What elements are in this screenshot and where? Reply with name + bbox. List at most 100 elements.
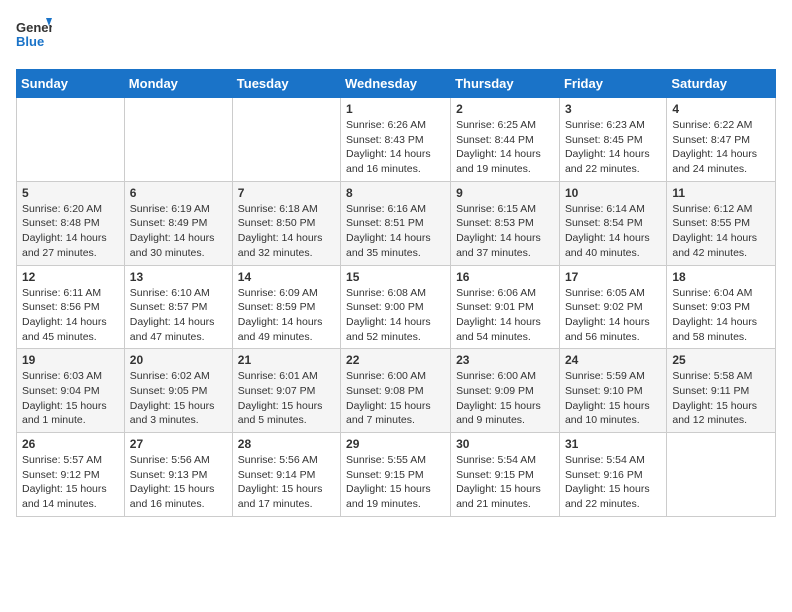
day-number: 19	[22, 353, 119, 367]
day-number: 4	[672, 102, 770, 116]
calendar-cell: 22 Sunrise: 6:00 AM Sunset: 9:08 PM Dayli…	[341, 349, 451, 433]
calendar-cell: 30 Sunrise: 5:54 AM Sunset: 9:15 PM Dayli…	[451, 433, 560, 517]
calendar-week-row: 26 Sunrise: 5:57 AM Sunset: 9:12 PM Dayli…	[17, 433, 776, 517]
day-number: 21	[238, 353, 335, 367]
day-info: Sunrise: 6:22 AM Sunset: 8:47 PM Dayligh…	[672, 118, 770, 177]
logo-graphic: General Blue	[16, 16, 52, 57]
calendar-cell: 2 Sunrise: 6:25 AM Sunset: 8:44 PM Daylig…	[451, 98, 560, 182]
day-info: Sunrise: 5:56 AM Sunset: 9:14 PM Dayligh…	[238, 453, 335, 512]
calendar-cell: 15Sunrise: 6:08 AM Sunset: 9:00 PM Dayli…	[341, 265, 451, 349]
day-number: 8	[346, 186, 445, 200]
day-info: Sunrise: 6:16 AM Sunset: 8:51 PM Dayligh…	[346, 202, 445, 261]
day-info: Sunrise: 6:00 AM Sunset: 9:08 PM Dayligh…	[346, 369, 445, 428]
day-number: 23	[456, 353, 554, 367]
day-info: Sunrise: 6:12 AM Sunset: 8:55 PM Dayligh…	[672, 202, 770, 261]
calendar-cell: 23 Sunrise: 6:00 AM Sunset: 9:09 PM Dayli…	[451, 349, 560, 433]
calendar-cell: 20Sunrise: 6:02 AM Sunset: 9:05 PM Dayli…	[124, 349, 232, 433]
logo: General Blue	[16, 16, 56, 57]
weekday-header: Thursday	[451, 70, 560, 98]
day-info: Sunrise: 6:02 AM Sunset: 9:05 PM Dayligh…	[130, 369, 227, 428]
day-number: 29	[346, 437, 445, 451]
day-number: 18	[672, 270, 770, 284]
day-number: 16	[456, 270, 554, 284]
day-info: Sunrise: 5:54 AM Sunset: 9:15 PM Dayligh…	[456, 453, 554, 512]
day-number: 11	[672, 186, 770, 200]
day-number: 27	[130, 437, 227, 451]
calendar-cell: 29 Sunrise: 5:55 AM Sunset: 9:15 PM Dayli…	[341, 433, 451, 517]
day-info: Sunrise: 6:14 AM Sunset: 8:54 PM Dayligh…	[565, 202, 661, 261]
calendar-table: SundayMondayTuesdayWednesdayThursdayFrid…	[16, 69, 776, 517]
calendar-cell: 14 Sunrise: 6:09 AM Sunset: 8:59 PM Dayli…	[232, 265, 340, 349]
day-number: 26	[22, 437, 119, 451]
day-number: 30	[456, 437, 554, 451]
weekday-header: Monday	[124, 70, 232, 98]
day-info: Sunrise: 6:04 AM Sunset: 9:03 PM Dayligh…	[672, 286, 770, 345]
day-number: 9	[456, 186, 554, 200]
day-number: 10	[565, 186, 661, 200]
calendar-cell: 31Sunrise: 5:54 AM Sunset: 9:16 PM Dayli…	[559, 433, 666, 517]
calendar-cell: 11 Sunrise: 6:12 AM Sunset: 8:55 PM Dayli…	[667, 181, 776, 265]
calendar-week-row: 12Sunrise: 6:11 AM Sunset: 8:56 PM Dayli…	[17, 265, 776, 349]
calendar-cell	[17, 98, 125, 182]
calendar-cell: 6 Sunrise: 6:19 AM Sunset: 8:49 PM Daylig…	[124, 181, 232, 265]
day-info: Sunrise: 6:01 AM Sunset: 9:07 PM Dayligh…	[238, 369, 335, 428]
day-info: Sunrise: 6:08 AM Sunset: 9:00 PM Dayligh…	[346, 286, 445, 345]
calendar-cell: 25Sunrise: 5:58 AM Sunset: 9:11 PM Dayli…	[667, 349, 776, 433]
calendar-week-row: 19 Sunrise: 6:03 AM Sunset: 9:04 PM Dayli…	[17, 349, 776, 433]
day-info: Sunrise: 6:26 AM Sunset: 8:43 PM Dayligh…	[346, 118, 445, 177]
day-number: 5	[22, 186, 119, 200]
day-number: 7	[238, 186, 335, 200]
weekday-header: Saturday	[667, 70, 776, 98]
calendar-cell: 18 Sunrise: 6:04 AM Sunset: 9:03 PM Dayli…	[667, 265, 776, 349]
day-info: Sunrise: 5:55 AM Sunset: 9:15 PM Dayligh…	[346, 453, 445, 512]
day-info: Sunrise: 6:00 AM Sunset: 9:09 PM Dayligh…	[456, 369, 554, 428]
day-number: 6	[130, 186, 227, 200]
day-info: Sunrise: 6:06 AM Sunset: 9:01 PM Dayligh…	[456, 286, 554, 345]
svg-text:General: General	[16, 20, 52, 35]
calendar-cell: 9Sunrise: 6:15 AM Sunset: 8:53 PM Daylig…	[451, 181, 560, 265]
svg-text:Blue: Blue	[16, 34, 44, 49]
day-info: Sunrise: 6:10 AM Sunset: 8:57 PM Dayligh…	[130, 286, 227, 345]
day-info: Sunrise: 6:09 AM Sunset: 8:59 PM Dayligh…	[238, 286, 335, 345]
day-number: 3	[565, 102, 661, 116]
calendar-cell	[667, 433, 776, 517]
calendar-cell: 16 Sunrise: 6:06 AM Sunset: 9:01 PM Dayli…	[451, 265, 560, 349]
calendar-cell: 24Sunrise: 5:59 AM Sunset: 9:10 PM Dayli…	[559, 349, 666, 433]
day-info: Sunrise: 5:58 AM Sunset: 9:11 PM Dayligh…	[672, 369, 770, 428]
day-info: Sunrise: 5:57 AM Sunset: 9:12 PM Dayligh…	[22, 453, 119, 512]
day-info: Sunrise: 6:25 AM Sunset: 8:44 PM Dayligh…	[456, 118, 554, 177]
day-info: Sunrise: 6:20 AM Sunset: 8:48 PM Dayligh…	[22, 202, 119, 261]
day-info: Sunrise: 6:19 AM Sunset: 8:49 PM Dayligh…	[130, 202, 227, 261]
day-number: 12	[22, 270, 119, 284]
calendar-cell	[124, 98, 232, 182]
calendar-cell: 26 Sunrise: 5:57 AM Sunset: 9:12 PM Dayli…	[17, 433, 125, 517]
calendar-cell: 17Sunrise: 6:05 AM Sunset: 9:02 PM Dayli…	[559, 265, 666, 349]
calendar-cell	[232, 98, 340, 182]
day-number: 2	[456, 102, 554, 116]
day-number: 22	[346, 353, 445, 367]
logo-container: General Blue	[16, 16, 56, 57]
calendar-cell: 21 Sunrise: 6:01 AM Sunset: 9:07 PM Dayli…	[232, 349, 340, 433]
calendar-cell: 7 Sunrise: 6:18 AM Sunset: 8:50 PM Daylig…	[232, 181, 340, 265]
page-header: General Blue	[16, 16, 776, 57]
weekday-header: Tuesday	[232, 70, 340, 98]
calendar-cell: 1Sunrise: 6:26 AM Sunset: 8:43 PM Daylig…	[341, 98, 451, 182]
day-number: 14	[238, 270, 335, 284]
calendar-cell: 5 Sunrise: 6:20 AM Sunset: 8:48 PM Daylig…	[17, 181, 125, 265]
calendar-cell: 8 Sunrise: 6:16 AM Sunset: 8:51 PM Daylig…	[341, 181, 451, 265]
calendar-cell: 13Sunrise: 6:10 AM Sunset: 8:57 PM Dayli…	[124, 265, 232, 349]
day-info: Sunrise: 5:59 AM Sunset: 9:10 PM Dayligh…	[565, 369, 661, 428]
day-number: 28	[238, 437, 335, 451]
day-info: Sunrise: 6:18 AM Sunset: 8:50 PM Dayligh…	[238, 202, 335, 261]
calendar-cell: 19 Sunrise: 6:03 AM Sunset: 9:04 PM Dayli…	[17, 349, 125, 433]
calendar-cell: 12Sunrise: 6:11 AM Sunset: 8:56 PM Dayli…	[17, 265, 125, 349]
calendar-week-row: 5 Sunrise: 6:20 AM Sunset: 8:48 PM Daylig…	[17, 181, 776, 265]
weekday-header: Sunday	[17, 70, 125, 98]
calendar-cell: 10 Sunrise: 6:14 AM Sunset: 8:54 PM Dayli…	[559, 181, 666, 265]
day-number: 31	[565, 437, 661, 451]
day-info: Sunrise: 6:03 AM Sunset: 9:04 PM Dayligh…	[22, 369, 119, 428]
weekday-header: Friday	[559, 70, 666, 98]
calendar-cell: 27Sunrise: 5:56 AM Sunset: 9:13 PM Dayli…	[124, 433, 232, 517]
day-number: 17	[565, 270, 661, 284]
calendar-week-row: 1Sunrise: 6:26 AM Sunset: 8:43 PM Daylig…	[17, 98, 776, 182]
